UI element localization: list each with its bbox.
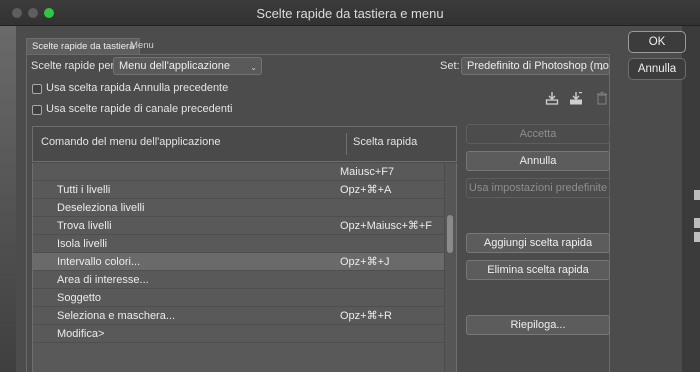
shortcuts-for-value: Menu dell'applicazione bbox=[119, 60, 230, 72]
summarize-button[interactable]: Riepiloga... bbox=[466, 315, 610, 335]
table-row[interactable]: Soggetto bbox=[33, 289, 445, 307]
tab-menu[interactable]: Menu bbox=[125, 38, 159, 54]
chevron-down-icon: ⌄ bbox=[598, 63, 605, 72]
shortcuts-for-label: Scelte rapide per: bbox=[31, 60, 118, 72]
tab-keyboard-shortcuts[interactable]: Scelte rapide da tastiera bbox=[26, 38, 141, 54]
use-defaults-button[interactable]: Usa impostazioni predefinite bbox=[466, 178, 610, 198]
table-header: Comando del menu dell'applicazione Scelt… bbox=[32, 126, 457, 162]
set-value: Predefinito di Photoshop (mo... bbox=[467, 60, 610, 72]
column-header-shortcut[interactable]: Scelta rapida bbox=[353, 136, 417, 148]
shortcut-table: Maiusc+F7 Tutti i livelli Opz+⌘+A Desele… bbox=[32, 163, 457, 372]
set-label: Set: bbox=[440, 60, 460, 72]
table-row[interactable]: Trova livelli Opz+Maiusc+⌘+F bbox=[33, 217, 445, 235]
table-scrollbar-thumb[interactable] bbox=[447, 215, 453, 253]
row-command: Modifica> bbox=[57, 328, 105, 340]
background-tick bbox=[694, 218, 700, 228]
column-divider bbox=[346, 133, 347, 155]
save-set-icon[interactable] bbox=[545, 91, 559, 105]
row-command: Tutti i livelli bbox=[57, 184, 111, 196]
table-row[interactable]: Tutti i livelli Opz+⌘+A bbox=[33, 181, 445, 199]
remove-shortcut-button[interactable]: Elimina scelta rapida bbox=[466, 260, 610, 280]
table-row-selected[interactable]: Intervallo colori... Opz+⌘+J bbox=[33, 253, 445, 271]
set-select[interactable]: Predefinito di Photoshop (mo... ⌄ bbox=[461, 57, 610, 75]
background-tick bbox=[694, 190, 700, 200]
row-command: Isola livelli bbox=[57, 238, 108, 250]
row-shortcut: Maiusc+F7 bbox=[340, 166, 395, 178]
table-row[interactable]: Seleziona e maschera... Opz+⌘+R bbox=[33, 307, 445, 325]
cancel-button[interactable]: Annulla bbox=[628, 58, 686, 80]
column-header-command[interactable]: Comando del menu dell'applicazione bbox=[41, 136, 220, 148]
row-shortcut: Opz+⌘+R bbox=[340, 310, 392, 322]
row-command: Trova livelli bbox=[57, 220, 112, 232]
new-set-icon[interactable] bbox=[569, 91, 583, 105]
row-command: Seleziona e maschera... bbox=[57, 310, 176, 322]
shortcuts-for-select[interactable]: Menu dell'applicazione ⌄ bbox=[113, 57, 262, 75]
row-command: Soggetto bbox=[57, 292, 102, 304]
background-left bbox=[0, 26, 16, 372]
title-bar: Scelte rapide da tastiera e menu bbox=[0, 0, 700, 26]
ok-button[interactable]: OK bbox=[628, 31, 686, 53]
table-row[interactable]: Deseleziona livelli bbox=[33, 199, 445, 217]
row-command: Deseleziona livelli bbox=[57, 202, 145, 214]
accept-button[interactable]: Accetta bbox=[466, 124, 610, 144]
trash-icon[interactable] bbox=[595, 91, 609, 105]
row-command: Intervallo colori... bbox=[57, 256, 141, 268]
row-shortcut: Opz+Maiusc+⌘+F bbox=[340, 220, 433, 232]
channel-shortcut-label: Usa scelte rapide di canale precedenti bbox=[46, 103, 233, 115]
channel-shortcut-checkbox[interactable] bbox=[32, 105, 42, 115]
row-command: Area di interesse... bbox=[57, 274, 149, 286]
background-tick bbox=[694, 232, 700, 242]
undo-shortcut-checkbox[interactable] bbox=[32, 84, 42, 94]
table-row[interactable]: Isola livelli bbox=[33, 235, 445, 253]
window-title: Scelte rapide da tastiera e menu bbox=[256, 6, 444, 21]
row-shortcut: Opz+⌘+A bbox=[340, 184, 392, 196]
table-scrollbar[interactable] bbox=[444, 163, 456, 372]
row-shortcut: Opz+⌘+J bbox=[340, 256, 390, 268]
table-row[interactable]: Modifica> bbox=[33, 325, 445, 343]
undo-shortcut-label: Usa scelta rapida Annulla precedente bbox=[46, 82, 229, 94]
table-row[interactable]: Area di interesse... bbox=[33, 271, 445, 289]
add-shortcut-button[interactable]: Aggiungi scelta rapida bbox=[466, 233, 610, 253]
chevron-down-icon: ⌄ bbox=[250, 63, 257, 72]
table-row[interactable]: Maiusc+F7 bbox=[33, 163, 445, 181]
cancel-edit-button[interactable]: Annulla bbox=[466, 151, 610, 171]
